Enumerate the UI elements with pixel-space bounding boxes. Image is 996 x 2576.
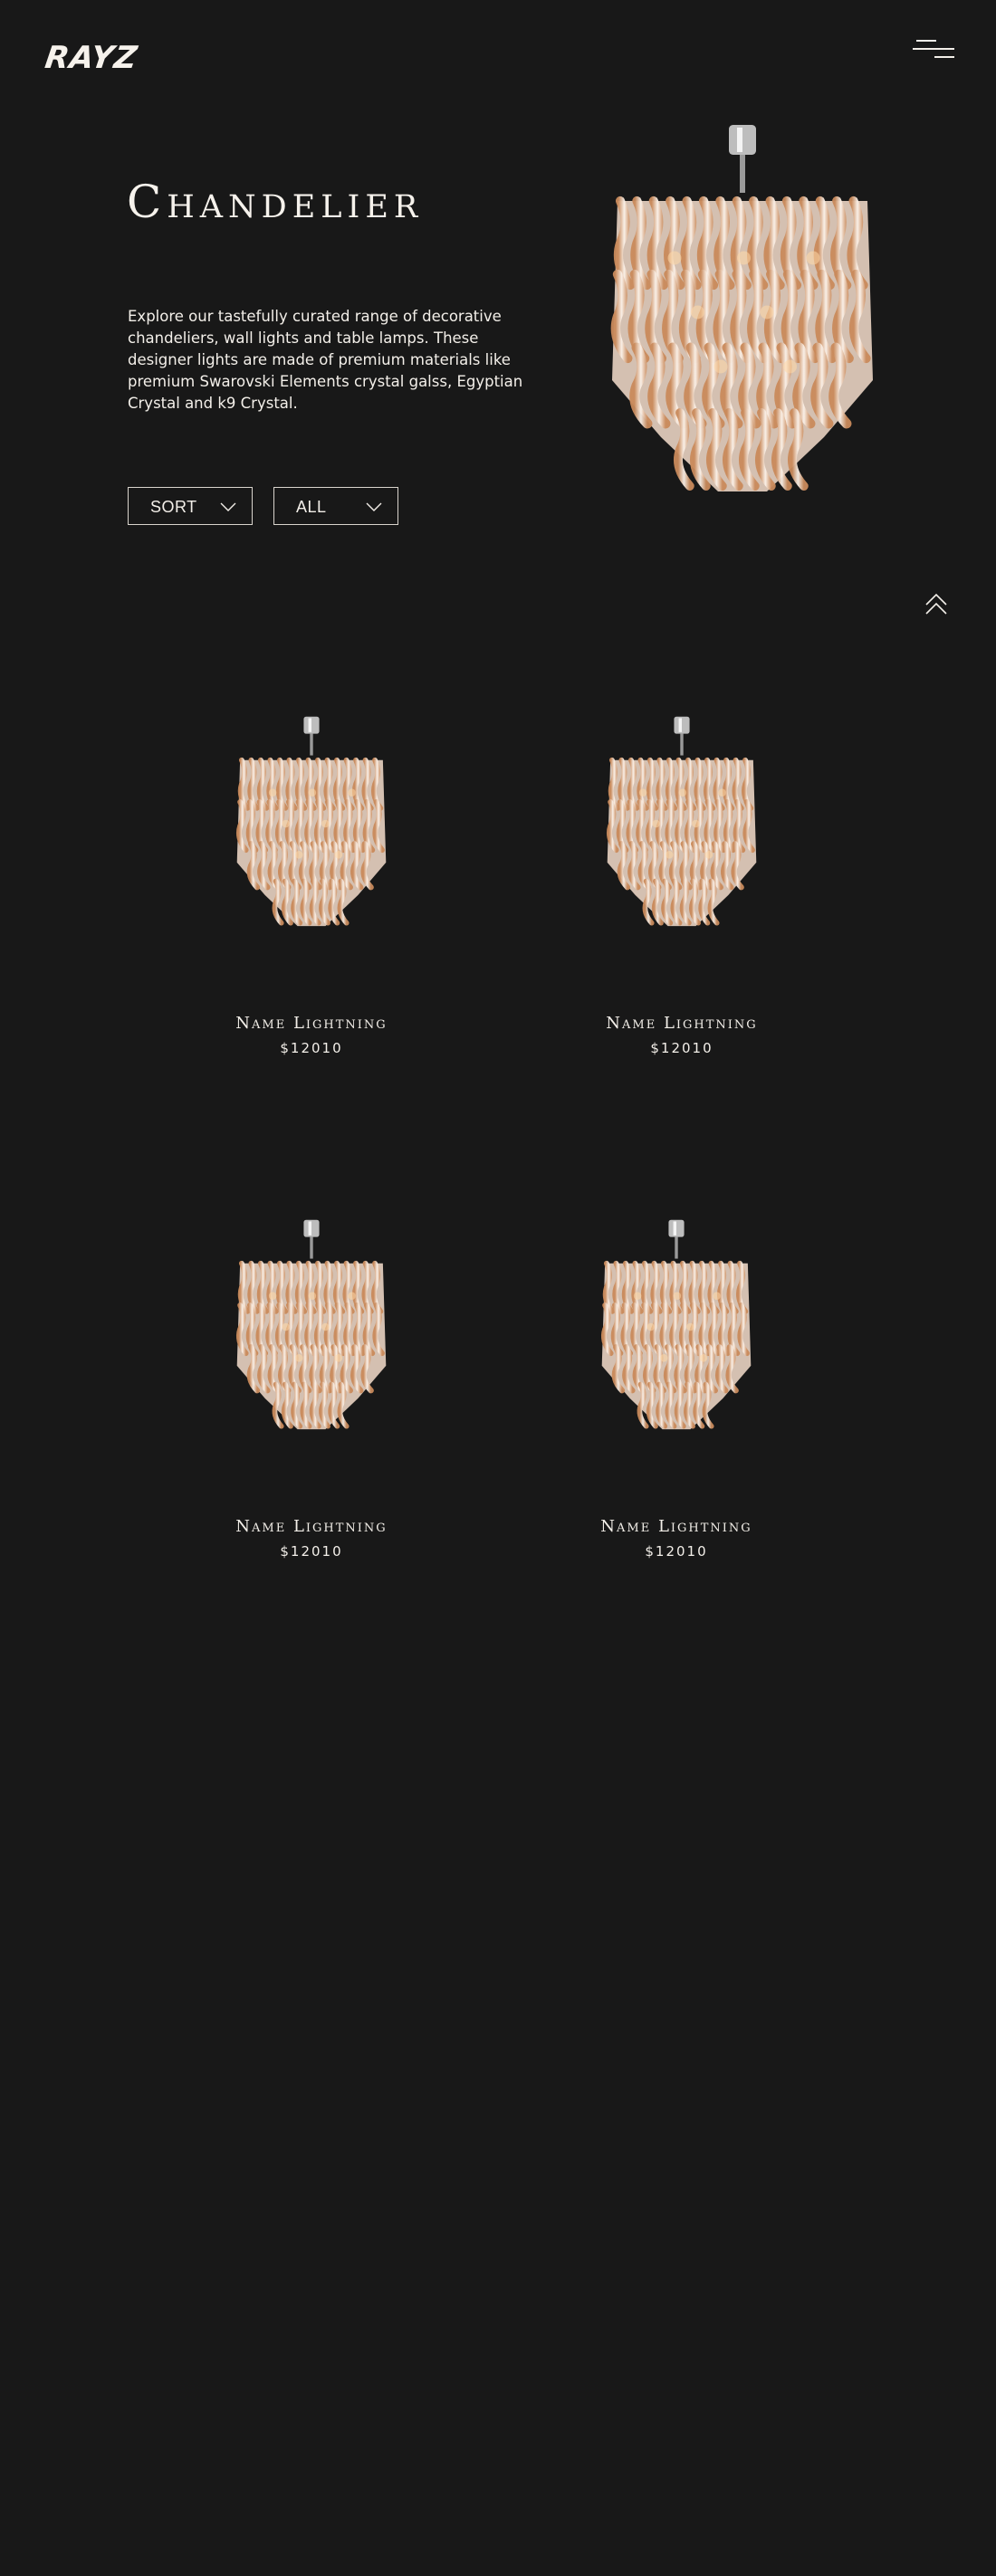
logo[interactable]: RAYZ [43, 40, 139, 76]
hero-chandelier-image [610, 125, 873, 491]
product-name[interactable]: Name Lightning [550, 1517, 803, 1536]
menu-bar [934, 56, 954, 58]
product-name[interactable]: Name Lightning [555, 1014, 809, 1033]
double-chevron-up-icon[interactable] [924, 592, 949, 619]
chevron-down-icon [220, 502, 236, 511]
product-price: $12010 [280, 1543, 343, 1560]
product-image[interactable] [212, 715, 411, 932]
menu-bar [913, 48, 954, 50]
hamburger-menu-icon[interactable] [913, 36, 958, 63]
product-name[interactable]: Name Lightning [185, 1014, 438, 1033]
product-image[interactable] [577, 1218, 776, 1436]
category-dropdown[interactable]: ALL [273, 487, 398, 525]
chevron-down-icon [366, 502, 382, 511]
product-name[interactable]: Name Lightning [185, 1517, 438, 1536]
product-price: $12010 [650, 1040, 713, 1056]
product-image[interactable] [212, 1218, 411, 1436]
product-price: $12010 [280, 1040, 343, 1056]
product-image[interactable] [582, 715, 781, 932]
sort-dropdown[interactable]: SORT [128, 487, 253, 525]
category-dropdown-label: ALL [296, 498, 327, 516]
page-title: Chandelier [127, 176, 424, 228]
menu-bar [916, 40, 936, 42]
page: RAYZ Chandelier Explore our tastefully c… [0, 0, 996, 2576]
product-price: $12010 [645, 1543, 708, 1560]
category-description: Explore our tastefully curated range of … [128, 308, 523, 412]
sort-dropdown-label: SORT [150, 498, 197, 516]
